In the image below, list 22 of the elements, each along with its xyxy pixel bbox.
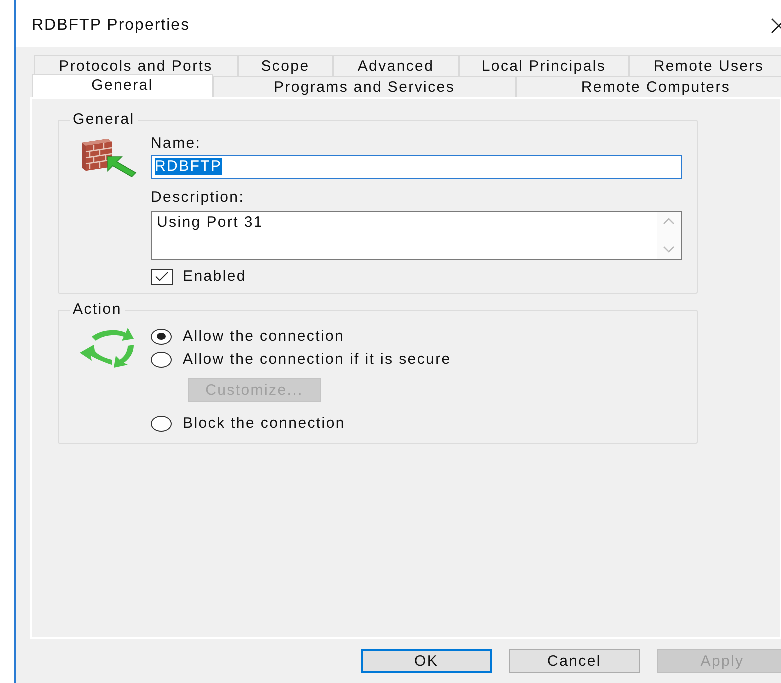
window-title: RDBFTP Properties	[32, 16, 190, 34]
radio-label[interactable]: Allow the connection	[183, 328, 345, 345]
tab[interactable]: Local Principals	[459, 55, 629, 76]
tab[interactable]: Programs and Services	[213, 76, 516, 97]
checkbox[interactable]	[151, 268, 173, 284]
radio-button[interactable]	[151, 416, 172, 432]
tab[interactable]: Remote Users	[629, 55, 781, 76]
radio-label[interactable]: Allow the connection if it is secure	[183, 351, 452, 368]
tab[interactable]: Remote Computers	[516, 76, 781, 97]
radio-button[interactable]	[151, 352, 172, 368]
radio-label[interactable]: Block the connection	[183, 415, 346, 432]
field-label: Description:	[151, 189, 246, 207]
input-field[interactable]: RDBFTP	[151, 155, 682, 179]
tab[interactable]: General	[32, 74, 213, 97]
dialog-button[interactable]: OK	[361, 649, 492, 673]
checkbox-label[interactable]: Enabled	[183, 268, 246, 285]
radio-button[interactable]	[151, 328, 172, 344]
tab[interactable]: Protocols and Ports	[34, 55, 238, 76]
field-label: Name:	[151, 135, 202, 153]
dialog-button[interactable]: Cancel	[509, 649, 640, 673]
tab[interactable]: Scope	[238, 55, 333, 76]
tab[interactable]: Advanced	[333, 55, 459, 76]
